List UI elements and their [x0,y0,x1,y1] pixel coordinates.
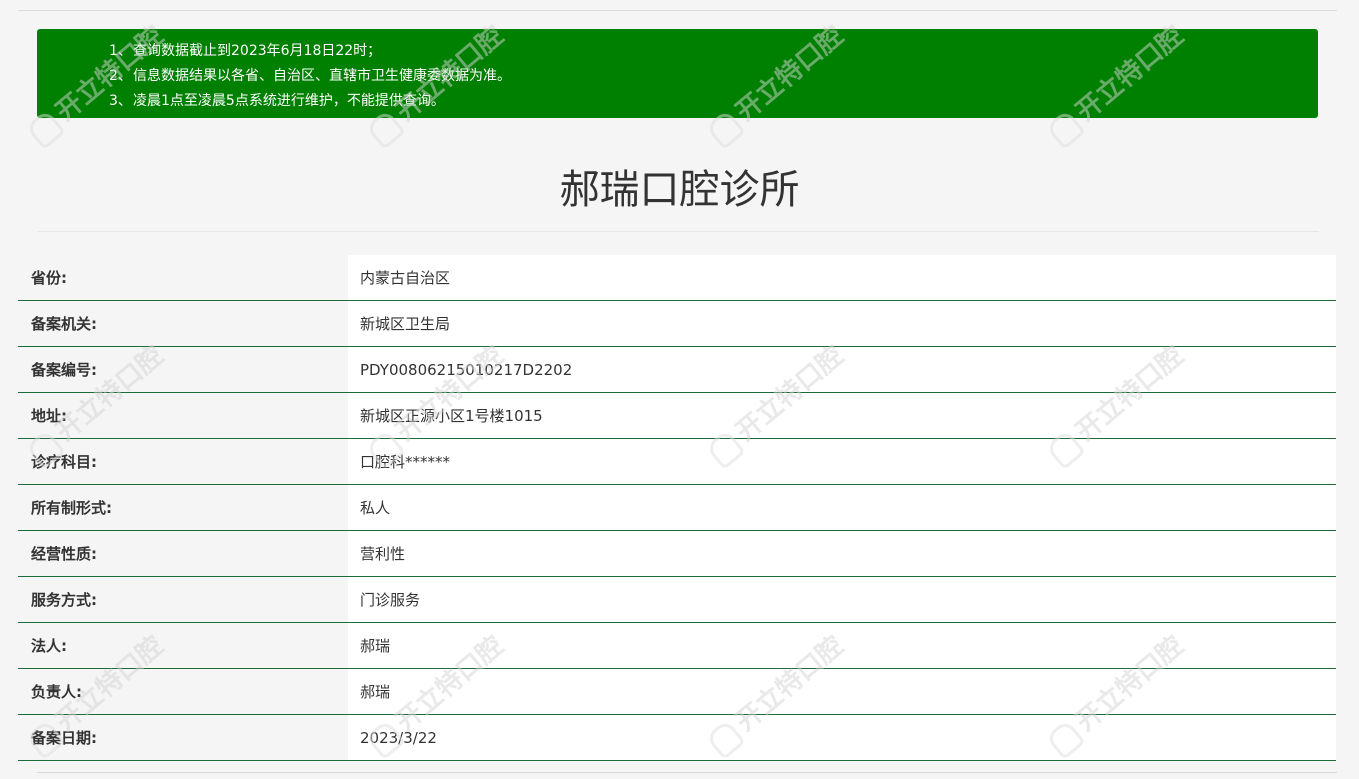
row-value: 口腔科****** [348,439,1336,484]
row-label: 法人: [31,637,67,655]
notice-number: 1、 [109,43,132,59]
clinic-name-title: 郝瑞口腔诊所 [559,167,800,213]
notice-number: 2、 [109,68,132,84]
row-value: 新城区卫生局 [348,301,1336,346]
table-row-departments: 诊疗科目: 口腔科****** [18,439,1336,485]
table-row-person-in-charge: 负责人: 郝瑞 [18,669,1336,715]
table-row-business-nature: 经营性质: 营利性 [18,531,1336,577]
table-row-filing-number: 备案编号: PDY00806215010217D2202 [18,347,1336,393]
row-label: 备案机关: [31,315,97,333]
table-row-filing-authority: 备案机关: 新城区卫生局 [18,301,1336,347]
row-label: 备案编号: [31,361,97,379]
row-value: 2023/3/22 [348,715,1336,760]
row-value: 郝瑞 [348,623,1336,668]
row-value: 内蒙古自治区 [348,255,1336,300]
table-row-province: 省份: 内蒙古自治区 [18,255,1336,301]
table-row-ownership: 所有制形式: 私人 [18,485,1336,531]
notice-text: 信息数据结果以各省、自治区、直辖市卫生健康委数据为准。 [133,68,511,84]
row-label: 所有制形式: [31,499,112,517]
row-label: 服务方式: [31,591,97,609]
table-row-service-mode: 服务方式: 门诊服务 [18,577,1336,623]
notice-text: 查询数据截止到2023年6月18日22时； [133,43,382,59]
bottom-divider [37,772,1337,773]
row-label: 诊疗科目: [31,453,97,471]
row-label: 经营性质: [31,545,97,563]
table-row-legal-person: 法人: 郝瑞 [18,623,1336,669]
row-value: 新城区正源小区1号楼1015 [348,393,1336,438]
notice-number: 3、 [109,93,132,109]
row-label: 备案日期: [31,729,97,747]
title-divider [38,231,1319,232]
table-row-filing-date: 备案日期: 2023/3/22 [18,715,1336,761]
notice-line: 2、 信息数据结果以各省、自治区、直辖市卫生健康委数据为准。 [109,64,1318,89]
row-value: 郝瑞 [348,669,1336,714]
page: 1、 查询数据截止到2023年6月18日22时； 2、 信息数据结果以各省、自治… [0,0,1359,779]
row-label: 负责人: [31,683,82,701]
row-value: PDY00806215010217D2202 [348,347,1336,392]
row-value: 门诊服务 [348,577,1336,622]
clinic-info-table: 省份: 内蒙古自治区 备案机关: 新城区卫生局 备案编号: PDY0080621… [18,255,1336,761]
top-divider [18,10,1337,11]
row-value: 营利性 [348,531,1336,576]
notice-text: 凌晨1点至凌晨5点系统进行维护，不能提供查询。 [133,93,445,109]
notice-line: 1、 查询数据截止到2023年6月18日22时； [109,39,1318,64]
table-row-address: 地址: 新城区正源小区1号楼1015 [18,393,1336,439]
row-label: 地址: [31,407,67,425]
notice-banner: 1、 查询数据截止到2023年6月18日22时； 2、 信息数据结果以各省、自治… [37,29,1318,118]
row-value: 私人 [348,485,1336,530]
notice-line: 3、 凌晨1点至凌晨5点系统进行维护，不能提供查询。 [109,89,1318,114]
row-label: 省份: [31,269,67,287]
